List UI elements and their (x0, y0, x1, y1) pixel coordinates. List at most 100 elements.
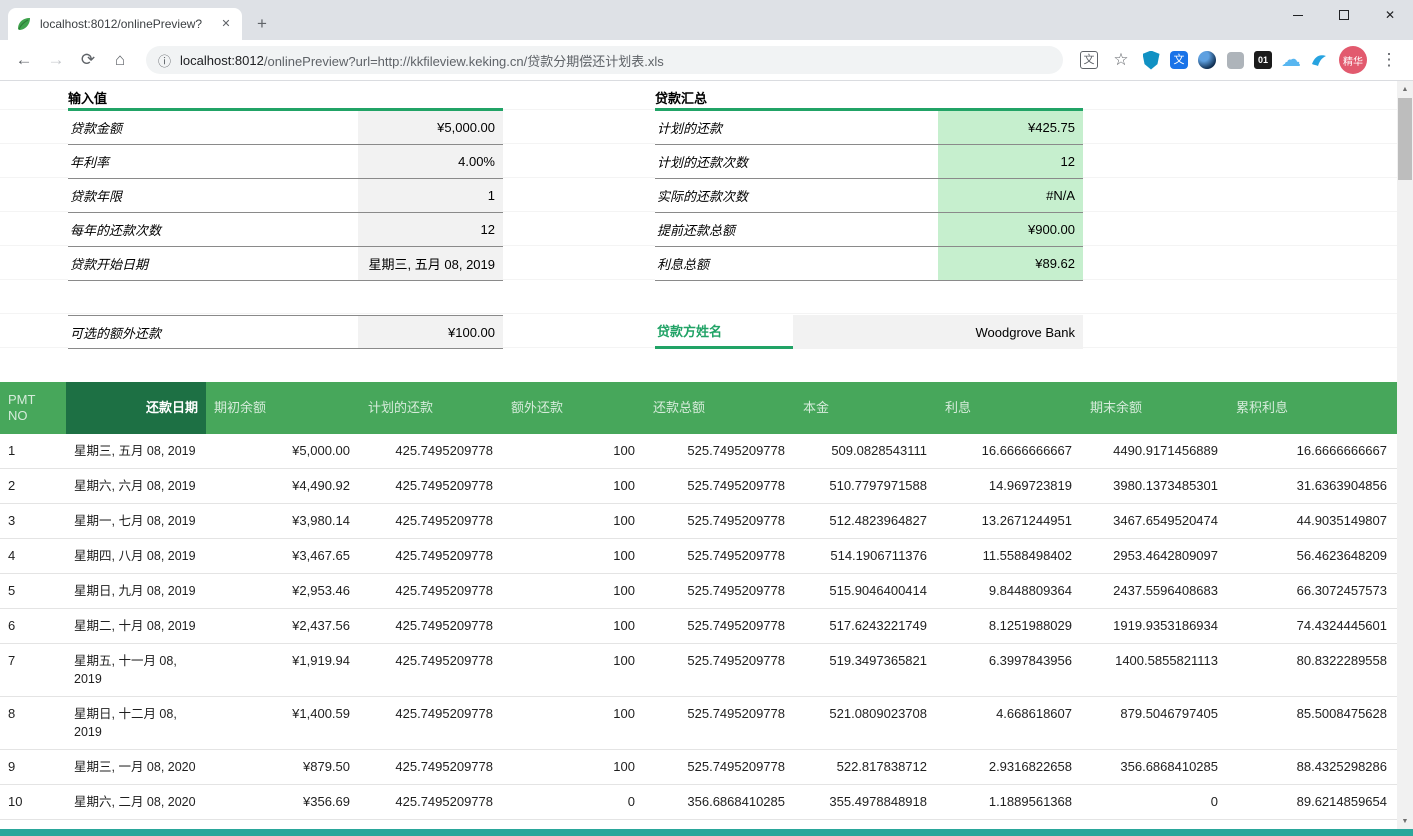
cell-ending-balance: 3980.1373485301 (1082, 469, 1228, 504)
navigation-bar: ← → ⟳ ⌂ ⓘ localhost:8012/onlinePreview?u… (0, 40, 1413, 81)
summary-row-label: 实际的还款次数 (655, 179, 938, 212)
gray-extension-icon[interactable] (1221, 46, 1249, 74)
cell-total-payment: 525.7495209778 (645, 750, 795, 785)
table-row: 9 星期三, 一月 08, 2020 ¥879.50 425.749520977… (0, 750, 1397, 785)
cell-ending-balance: 356.6868410285 (1082, 750, 1228, 785)
cell-total-payment: 525.7495209778 (645, 644, 795, 697)
vertical-scrollbar[interactable]: ▲ ▼ (1397, 81, 1413, 829)
input-row-label: 每年的还款次数 (68, 213, 358, 246)
column-header: 还款日期 (66, 382, 206, 434)
cell-payment-date: 星期三, 五月 08, 2019 (66, 434, 206, 469)
url-bar[interactable]: ⓘ localhost:8012/onlinePreview?url=http:… (146, 46, 1063, 74)
home-icon[interactable]: ⌂ (106, 46, 134, 74)
cell-beginning-balance: ¥1,919.94 (206, 644, 360, 697)
cell-total-payment: 525.7495209778 (645, 697, 795, 750)
cell-principal: 521.0809023708 (795, 697, 937, 750)
input-row-label: 贷款金额 (68, 111, 358, 144)
table-row: 6 星期二, 十月 08, 2019 ¥2,437.56 425.7495209… (0, 609, 1397, 644)
cell-payment-date: 星期日, 九月 08, 2019 (66, 574, 206, 609)
reload-icon[interactable]: ⟳ (74, 46, 102, 74)
input-row: 每年的还款次数 12 (68, 213, 503, 247)
cell-payment-date: 星期五, 十一月 08, 2019 (66, 644, 206, 697)
cell-extra-payment: 100 (503, 644, 645, 697)
badge-01-extension-icon[interactable]: 01 (1249, 46, 1277, 74)
input-row-value: 4.00% (358, 145, 503, 178)
extra-payment-row: 可选的额外还款 ¥100.00 (68, 315, 503, 349)
cloud-extension-icon[interactable]: ☁ (1277, 46, 1305, 74)
cell-payment-date: 星期日, 十二月 08, 2019 (66, 697, 206, 750)
cell-pmt-no: 8 (0, 697, 66, 750)
cell-extra-payment: 100 (503, 469, 645, 504)
back-icon[interactable]: ← (10, 46, 38, 74)
chrome-menu-icon[interactable]: ⋮ (1375, 46, 1403, 74)
cell-scheduled-payment: 425.7495209778 (360, 644, 503, 697)
minimize-icon (1293, 15, 1303, 16)
cell-principal: 514.1906711376 (795, 539, 937, 574)
cell-pmt-no: 1 (0, 434, 66, 469)
scroll-down-icon[interactable]: ▼ (1397, 813, 1413, 829)
cell-principal: 515.9046400414 (795, 574, 937, 609)
cell-total-payment: 525.7495209778 (645, 469, 795, 504)
summary-row-value: ¥425.75 (938, 111, 1083, 144)
summary-row-value: ¥89.62 (938, 247, 1083, 280)
cell-scheduled-payment: 425.7495209778 (360, 574, 503, 609)
new-tab-button[interactable]: + (248, 10, 276, 38)
summary-row: 计划的还款 ¥425.75 (655, 111, 1083, 145)
extra-payment-label: 可选的额外还款 (68, 316, 358, 348)
summary-row: 提前还款总额 ¥900.00 (655, 213, 1083, 247)
cell-ending-balance: 1400.5855821113 (1082, 644, 1228, 697)
minimize-button[interactable] (1275, 0, 1321, 30)
close-window-button[interactable]: ✕ (1367, 0, 1413, 30)
lender-row: 贷款方姓名 Woodgrove Bank (655, 315, 1083, 349)
scrollbar-thumb[interactable] (1398, 98, 1412, 180)
table-row: 7 星期五, 十一月 08, 2019 ¥1,919.94 425.749520… (0, 644, 1397, 697)
summary-row-label: 利息总额 (655, 247, 938, 280)
translate-icon[interactable]: 文 (1075, 46, 1103, 74)
summary-panel-title: 贷款汇总 (655, 86, 1083, 108)
cell-payment-date: 星期一, 七月 08, 2019 (66, 504, 206, 539)
input-row: 贷款年限 1 (68, 179, 503, 213)
input-panel-title: 输入值 (68, 86, 503, 108)
cell-payment-date: 星期三, 一月 08, 2020 (66, 750, 206, 785)
cell-interest: 11.5588498402 (937, 539, 1082, 574)
cell-principal: 509.0828543111 (795, 434, 937, 469)
cell-extra-payment: 100 (503, 697, 645, 750)
cell-ending-balance: 4490.9171456889 (1082, 434, 1228, 469)
profile-avatar[interactable]: 精华 (1339, 46, 1367, 74)
page-info-icon[interactable]: ⓘ (158, 51, 171, 70)
maximize-icon (1339, 10, 1349, 20)
titlebar: localhost:8012/onlinePreview? ✕ + ✕ (0, 0, 1413, 40)
table-row: 4 星期四, 八月 08, 2019 ¥3,467.65 425.7495209… (0, 539, 1397, 574)
tab-close-icon[interactable]: ✕ (218, 16, 234, 32)
url-path: /onlinePreview?url=http://kkfileview.kek… (264, 51, 664, 70)
summary-row-label: 提前还款总额 (655, 213, 938, 246)
cell-principal: 510.7797971588 (795, 469, 937, 504)
cell-cumulative-interest: 44.9035149807 (1228, 504, 1397, 539)
maximize-button[interactable] (1321, 0, 1367, 30)
circle-extension-icon[interactable] (1193, 46, 1221, 74)
shield-extension-icon[interactable] (1137, 46, 1165, 74)
browser-tab[interactable]: localhost:8012/onlinePreview? ✕ (8, 8, 242, 40)
table-row: 10 星期六, 二月 08, 2020 ¥356.69 425.74952097… (0, 785, 1397, 820)
cell-interest: 8.1251988029 (937, 609, 1082, 644)
input-panel-rows: 贷款金额 ¥5,000.00 年利率 4.00% 贷款年限 1 (68, 111, 503, 281)
cell-total-payment: 525.7495209778 (645, 539, 795, 574)
forward-icon[interactable]: → (42, 46, 70, 74)
scroll-up-icon[interactable]: ▲ (1397, 81, 1413, 97)
bookmark-star-icon[interactable]: ☆ (1107, 46, 1135, 74)
lender-label: 贷款方姓名 (655, 315, 793, 349)
cell-extra-payment: 100 (503, 539, 645, 574)
kkfileview-leaf-favicon-icon (16, 16, 32, 32)
cell-total-payment: 525.7495209778 (645, 504, 795, 539)
summary-row-value: 12 (938, 145, 1083, 178)
cell-cumulative-interest: 74.4324445601 (1228, 609, 1397, 644)
browser-window: localhost:8012/onlinePreview? ✕ + ✕ ← → … (0, 0, 1413, 836)
column-header: 期初余额 (206, 382, 360, 434)
cell-principal: 355.4978848918 (795, 785, 937, 820)
cell-pmt-no: 10 (0, 785, 66, 820)
cell-pmt-no: 3 (0, 504, 66, 539)
translate-extension-icon[interactable]: 文 (1165, 46, 1193, 74)
bird-extension-icon[interactable] (1305, 46, 1333, 74)
table-row: 5 星期日, 九月 08, 2019 ¥2,953.46 425.7495209… (0, 574, 1397, 609)
cell-beginning-balance: ¥4,490.92 (206, 469, 360, 504)
